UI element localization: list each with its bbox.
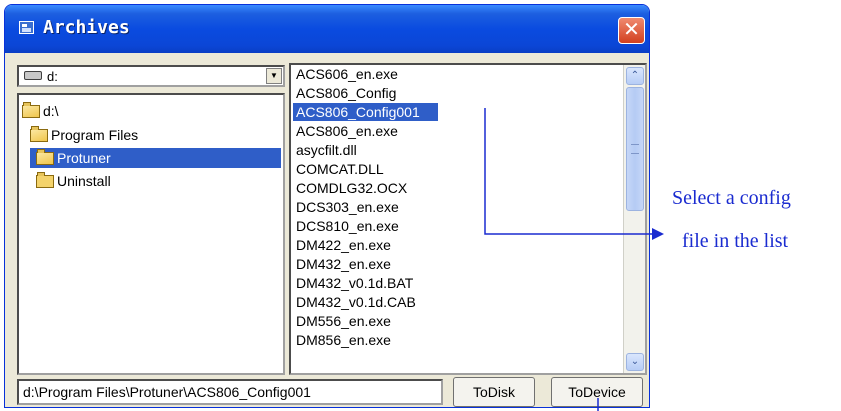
annotation-text-line1: Select a config: [672, 187, 791, 209]
annotation-arrow-icon: [652, 228, 664, 240]
annotation-leader-line: [484, 108, 652, 235]
annotation-text-line2: file in the list: [682, 230, 789, 252]
